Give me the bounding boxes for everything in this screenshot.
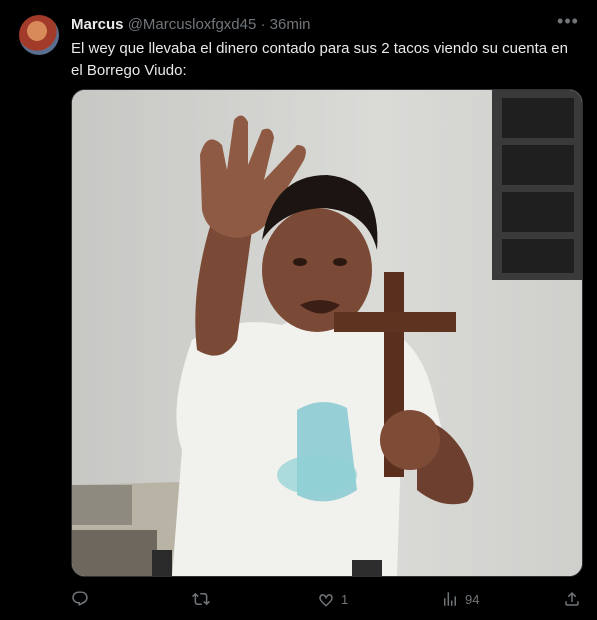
reply-button[interactable]: [71, 587, 95, 611]
views-icon: [444, 592, 456, 606]
views-count: 94: [465, 591, 480, 607]
views-button[interactable]: 94: [441, 587, 479, 611]
like-count: 1: [341, 591, 349, 607]
more-icon[interactable]: •••: [557, 11, 579, 33]
share-button[interactable]: [563, 587, 581, 611]
like-icon: [319, 594, 333, 607]
share-icon: [565, 591, 579, 606]
tweet-actions: 1 94: [71, 587, 583, 611]
retweet-icon: [192, 592, 210, 606]
retweet-button[interactable]: [192, 587, 216, 611]
tweet-text: El wey que llevaba el dinero contado par…: [71, 40, 568, 79]
tweet[interactable]: Marcus @Marcusloxfgxd45 · 36min ••• El w…: [0, 0, 597, 620]
tweet-image[interactable]: [71, 89, 583, 577]
author-name[interactable]: Marcus: [71, 16, 124, 33]
like-button[interactable]: 1: [317, 587, 348, 611]
reply-icon: [72, 591, 88, 607]
separator: ·: [260, 16, 266, 33]
timestamp[interactable]: 36min: [270, 16, 311, 33]
meme-photo: [72, 90, 582, 576]
author-handle[interactable]: @Marcusloxfgxd45: [128, 16, 257, 33]
tweet-header: Marcus @Marcusloxfgxd45 · 36min •••: [71, 11, 579, 37]
avatar[interactable]: [19, 15, 59, 55]
